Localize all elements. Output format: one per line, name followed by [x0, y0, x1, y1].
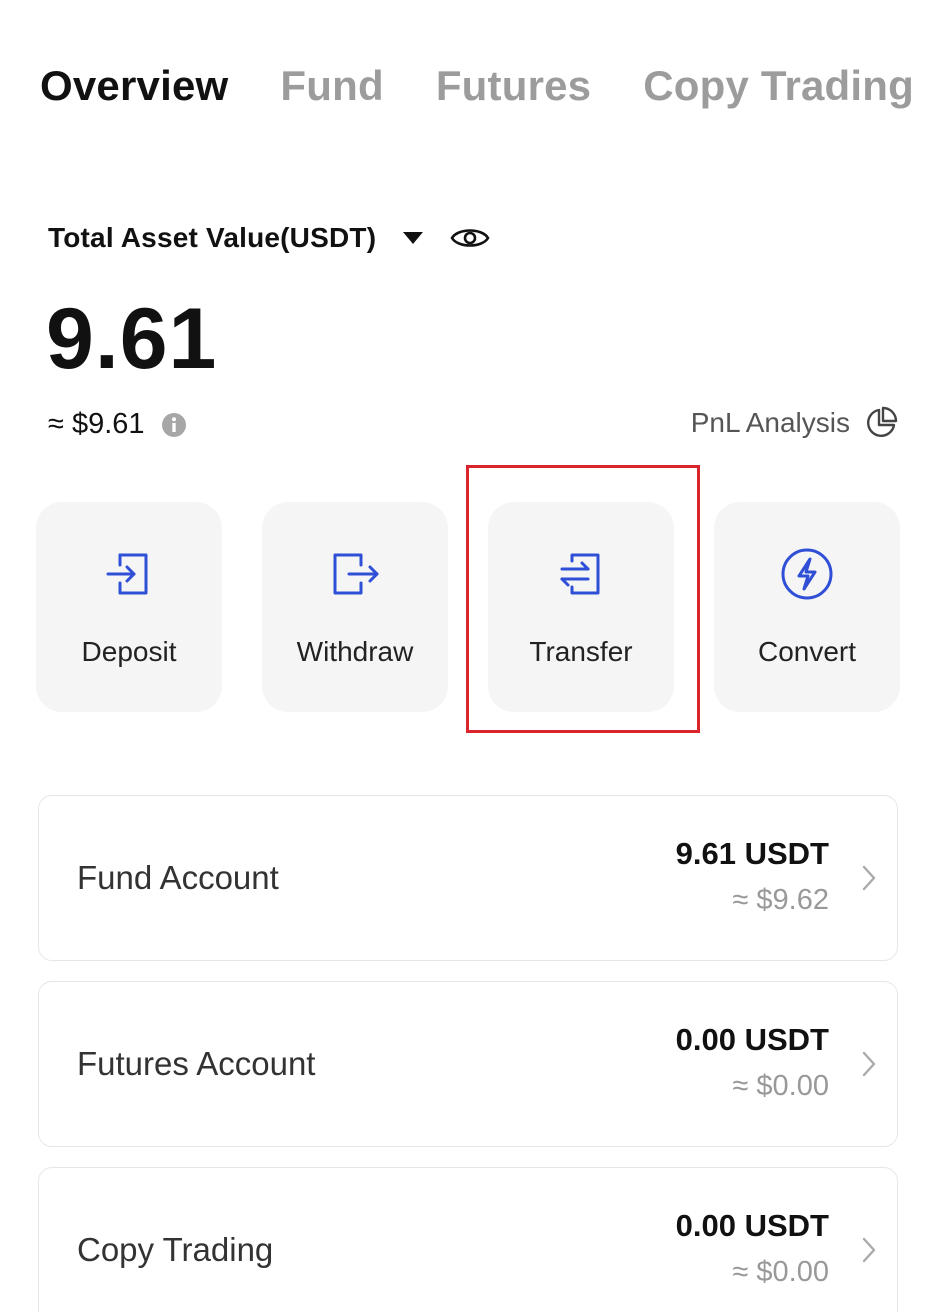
tab-overview[interactable]: Overview: [40, 62, 228, 110]
chevron-right-icon: [861, 1050, 877, 1078]
chevron-right-icon: [861, 1236, 877, 1264]
caret-down-icon[interactable]: [402, 231, 424, 245]
approx-usd-value: ≈ $9.61: [48, 408, 145, 440]
withdraw-button[interactable]: Withdraw: [262, 502, 448, 712]
tab-fund[interactable]: Fund: [280, 62, 383, 110]
pnl-analysis-link[interactable]: PnL Analysis: [691, 406, 898, 440]
info-icon[interactable]: [161, 412, 187, 438]
deposit-button[interactable]: Deposit: [36, 502, 222, 712]
tab-copy-trading[interactable]: Copy Trading: [643, 62, 914, 110]
quick-actions: Deposit Withdraw Transfer Convert: [36, 502, 900, 712]
eye-icon[interactable]: [450, 225, 490, 251]
approx-value-row: ≈ $9.61: [48, 408, 187, 441]
account-amount: 0.00 USDT: [675, 1208, 829, 1243]
convert-label: Convert: [757, 636, 857, 667]
account-card-copy-trading[interactable]: Copy Trading 0.00 USDT ≈ $0.00: [38, 1167, 898, 1312]
account-amount: 9.61 USDT: [675, 836, 829, 871]
top-tab-bar: Overview Fund Futures Copy Trading: [40, 62, 914, 110]
convert-icon: [779, 546, 835, 602]
tab-futures[interactable]: Futures: [436, 62, 591, 110]
deposit-icon: [101, 546, 157, 602]
account-name: Copy Trading: [77, 1231, 274, 1268]
pnl-analysis-label: PnL Analysis: [690, 407, 850, 438]
convert-button[interactable]: Convert: [714, 502, 900, 712]
account-usd-value: ≈ $9.62: [732, 884, 829, 916]
account-usd-value: ≈ $0.00: [732, 1256, 829, 1288]
transfer-icon: [553, 546, 609, 602]
account-usd-value: ≈ $0.00: [732, 1070, 829, 1102]
transfer-button[interactable]: Transfer: [488, 502, 674, 712]
account-card-futures[interactable]: Futures Account 0.00 USDT ≈ $0.00: [38, 981, 898, 1147]
chevron-right-icon: [861, 864, 877, 892]
total-asset-value: 9.61: [46, 291, 218, 387]
account-amount: 0.00 USDT: [675, 1022, 829, 1057]
withdraw-icon: [327, 546, 383, 602]
account-name: Fund Account: [77, 859, 279, 896]
transfer-label: Transfer: [529, 636, 633, 667]
total-asset-header: Total Asset Value(USDT): [48, 222, 490, 254]
withdraw-label: Withdraw: [296, 636, 414, 667]
deposit-label: Deposit: [81, 636, 177, 667]
account-name: Futures Account: [77, 1045, 316, 1082]
account-card-fund[interactable]: Fund Account 9.61 USDT ≈ $9.62: [38, 795, 898, 961]
pie-chart-icon: [864, 406, 898, 440]
total-asset-label: Total Asset Value(USDT): [48, 222, 377, 253]
account-list: Fund Account 9.61 USDT ≈ $9.62 Futures A…: [38, 795, 898, 1312]
